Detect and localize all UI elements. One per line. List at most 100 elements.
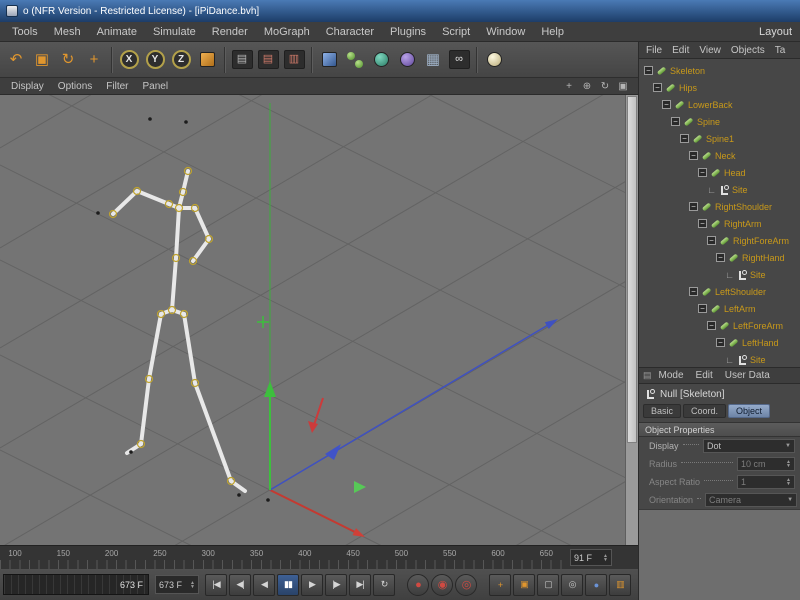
expand-toggle[interactable]: − — [698, 219, 707, 228]
maximize-view-icon[interactable]: ▣ — [616, 81, 630, 92]
viewport-menu-display[interactable]: Display — [4, 81, 51, 92]
viewport-menu-options[interactable]: Options — [51, 81, 99, 92]
lock-z-button[interactable]: Z — [169, 46, 193, 74]
om-menu-ta[interactable]: Ta — [770, 45, 791, 56]
timeline-ruler[interactable]: 91 F ▲▼ 10015020025030035040045050055060… — [0, 545, 638, 569]
spinner-icon[interactable]: ▲▼ — [190, 581, 195, 589]
tree-item-righthand[interactable]: −RightHand — [641, 249, 800, 266]
next-key-button[interactable]: |▶ — [325, 574, 347, 596]
property-dropdown-orientation[interactable]: Camera▼ — [705, 493, 797, 507]
expand-toggle[interactable]: − — [716, 253, 725, 262]
tree-item-lefthand[interactable]: −LeftHand — [641, 334, 800, 351]
current-frame-field[interactable]: 673 F ▲▼ — [155, 575, 199, 594]
tree-item-site[interactable]: ∟Site — [641, 351, 800, 367]
move-gizmo[interactable] — [257, 316, 558, 537]
spinner-icon[interactable]: ▲▼ — [786, 460, 791, 468]
tree-item-spine[interactable]: −Spine — [641, 113, 800, 130]
play-pause-button[interactable]: ▮▮ — [277, 574, 299, 596]
goto-start-button[interactable]: |◀ — [205, 574, 227, 596]
property-dropdown-display[interactable]: Dot▼ — [703, 439, 795, 453]
tree-item-neck[interactable]: −Neck — [641, 147, 800, 164]
viewport-menu-filter[interactable]: Filter — [99, 81, 135, 92]
prev-frame-button[interactable]: ◀ — [253, 574, 275, 596]
menu-help[interactable]: Help — [533, 24, 572, 40]
record-options-button[interactable]: ◎ — [455, 574, 477, 596]
tab-basic[interactable]: Basic — [643, 404, 681, 418]
expand-toggle[interactable]: − — [689, 202, 698, 211]
undo-button[interactable]: ↶ — [4, 46, 28, 74]
tree-item-site[interactable]: ∟Site — [641, 181, 800, 198]
coordinate-system-button[interactable] — [195, 46, 219, 74]
viewport-menu-panel[interactable]: Panel — [136, 81, 176, 92]
key-rotation-button[interactable]: ▢ — [537, 574, 559, 596]
attr-menu-edit[interactable]: Edit — [691, 370, 718, 381]
menu-render[interactable]: Render — [204, 24, 256, 40]
expand-toggle[interactable]: − — [671, 117, 680, 126]
spinner-icon[interactable]: ▲▼ — [786, 478, 791, 486]
preview-range-field[interactable]: 91 F ▲▼ — [570, 549, 612, 566]
tree-item-leftforearm[interactable]: −LeftForeArm — [641, 317, 800, 334]
move-tool-button[interactable]: + — [82, 46, 106, 74]
expand-toggle[interactable]: − — [680, 134, 689, 143]
tree-item-head[interactable]: −Head — [641, 164, 800, 181]
expand-toggle[interactable]: − — [689, 151, 698, 160]
tree-item-lowerback[interactable]: −LowerBack — [641, 96, 800, 113]
expand-toggle[interactable]: − — [698, 304, 707, 313]
menu-window[interactable]: Window — [478, 24, 533, 40]
render-view-button[interactable]: ▤ — [230, 46, 254, 74]
character-object-button[interactable] — [369, 46, 393, 74]
layout-menu[interactable]: Layout — [759, 26, 796, 38]
menu-script[interactable]: Script — [434, 24, 478, 40]
om-menu-edit[interactable]: Edit — [667, 45, 694, 56]
timeline-scrubber[interactable]: 673 F — [3, 574, 149, 595]
render-picture-button[interactable]: ▤ — [256, 46, 280, 74]
expand-toggle[interactable]: − — [707, 236, 716, 245]
tree-item-rightarm[interactable]: −RightArm — [641, 215, 800, 232]
default-light-button[interactable] — [482, 46, 506, 74]
constraint-button[interactable]: ∞ — [447, 46, 471, 74]
loop-button[interactable]: ↻ — [373, 574, 395, 596]
tree-item-hips[interactable]: −Hips — [641, 79, 800, 96]
tab-object[interactable]: Object — [728, 404, 770, 418]
floor-object-button[interactable]: ▦ — [421, 46, 445, 74]
property-input-radius[interactable]: 10 cm▲▼ — [737, 457, 795, 471]
key-pla-button[interactable]: ● — [585, 574, 607, 596]
simulate-object-button[interactable] — [395, 46, 419, 74]
menu-character[interactable]: Character — [318, 24, 382, 40]
mograph-cloner-button[interactable] — [343, 46, 367, 74]
selection-tool-button[interactable]: ▣ — [30, 46, 54, 74]
record-button[interactable]: ● — [407, 574, 429, 596]
add-cube-button[interactable] — [317, 46, 341, 74]
key-position-button[interactable]: + — [489, 574, 511, 596]
menu-animate[interactable]: Animate — [89, 24, 145, 40]
lock-y-button[interactable]: Y — [143, 46, 167, 74]
lock-x-button[interactable]: X — [117, 46, 141, 74]
expand-toggle[interactable]: − — [716, 338, 725, 347]
expand-toggle[interactable]: − — [698, 168, 707, 177]
tree-item-site[interactable]: ∟Site — [641, 266, 800, 283]
rotate-view-icon[interactable]: ↻ — [598, 81, 612, 92]
key-scale-button[interactable]: ▣ — [513, 574, 535, 596]
om-menu-file[interactable]: File — [641, 45, 667, 56]
zoom-view-icon[interactable]: ⊕ — [580, 81, 594, 92]
expand-toggle[interactable]: − — [653, 83, 662, 92]
tree-item-leftarm[interactable]: −LeftArm — [641, 300, 800, 317]
property-input-aspect-ratio[interactable]: 1▲▼ — [737, 475, 795, 489]
menu-plugins[interactable]: Plugins — [382, 24, 434, 40]
menu-mograph[interactable]: MoGraph — [256, 24, 318, 40]
menu-tools[interactable]: Tools — [4, 24, 46, 40]
menu-mesh[interactable]: Mesh — [46, 24, 89, 40]
scrollbar-thumb[interactable] — [627, 96, 637, 443]
skeleton-object[interactable] — [96, 117, 270, 502]
prev-key-button[interactable]: ◀| — [229, 574, 251, 596]
om-menu-view[interactable]: View — [694, 45, 726, 56]
tree-item-skeleton[interactable]: −Skeleton — [641, 62, 800, 79]
tree-item-leftshoulder[interactable]: −LeftShoulder — [641, 283, 800, 300]
tree-item-rightforearm[interactable]: −RightForeArm — [641, 232, 800, 249]
viewport-scrollbar[interactable] — [625, 95, 638, 545]
om-menu-objects[interactable]: Objects — [726, 45, 770, 56]
render-settings-button[interactable]: ▥ — [282, 46, 306, 74]
next-frame-button[interactable]: ▶ — [301, 574, 323, 596]
expand-toggle[interactable]: − — [707, 321, 716, 330]
rotate-tool-button[interactable]: ↻ — [56, 46, 80, 74]
